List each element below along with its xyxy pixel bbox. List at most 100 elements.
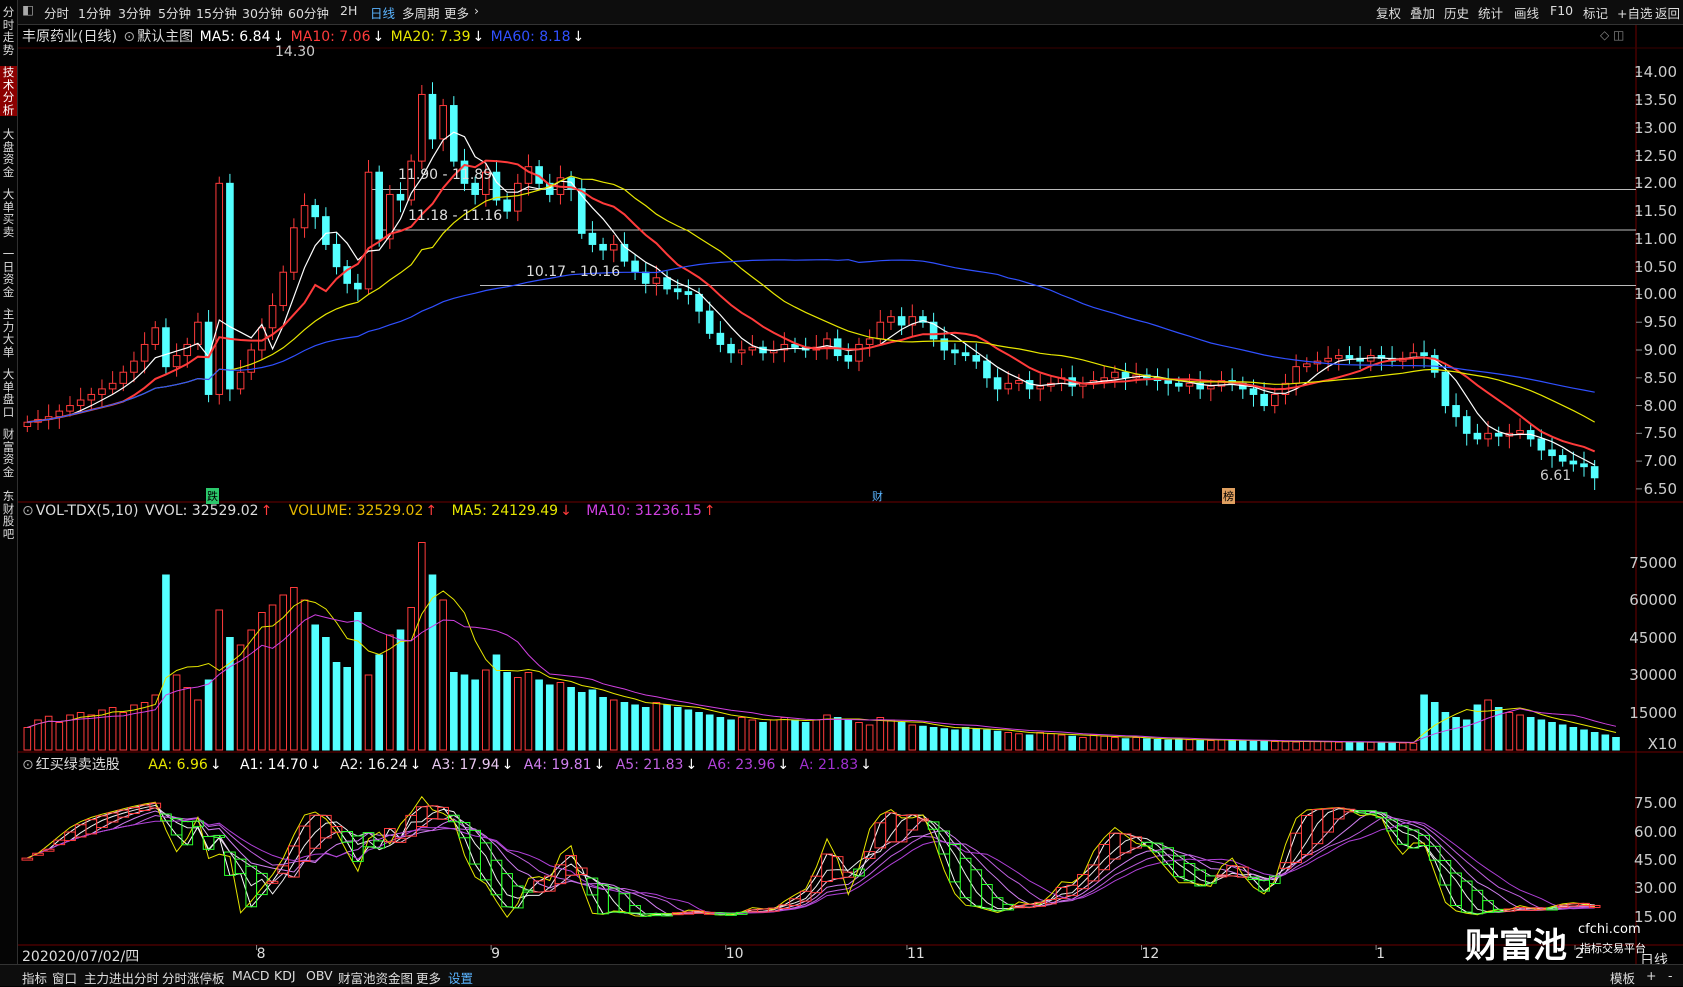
marker-die[interactable]: 跌 (206, 488, 219, 504)
tool-fuquan[interactable]: 复权 (1376, 3, 1401, 22)
window-menu-icon[interactable]: ◧ (22, 2, 34, 17)
volume-bar (1484, 699, 1492, 751)
volume-bar (1569, 727, 1578, 751)
tab-period-15min[interactable]: 15分钟 (196, 3, 237, 22)
candle-body (162, 327, 170, 368)
expand-icon[interactable]: ◇ ◫ (1600, 28, 1624, 42)
sidetab-technical[interactable]: 技术分析 (0, 66, 17, 116)
volume-bar (332, 662, 341, 751)
tool-stats[interactable]: 统计 (1478, 3, 1503, 22)
indicator-box (618, 893, 631, 914)
indicator-box (885, 812, 897, 843)
tab-period-more[interactable]: 更多 (444, 3, 469, 22)
btab-macd[interactable]: MACD (232, 968, 269, 983)
sidetab-forum[interactable]: 东财股吧 (0, 490, 17, 540)
tab-period-multi[interactable]: 多周期 (402, 3, 440, 22)
candle-body (108, 382, 117, 390)
volume-bar (1004, 732, 1013, 751)
volume-bar (1228, 739, 1236, 751)
volume-bar (1196, 739, 1204, 751)
indicator-box (1396, 825, 1409, 845)
btab-more[interactable]: 更多 (416, 968, 441, 987)
candle-body (599, 243, 607, 251)
marker-cai[interactable]: 财 (872, 488, 883, 504)
template-name[interactable]: 默认主图 (137, 29, 193, 45)
tool-draw[interactable]: 画线 (1514, 3, 1539, 22)
candle-body (322, 216, 330, 245)
indicator-settings-icon[interactable]: ⊙ (22, 757, 34, 773)
candle-body (897, 316, 906, 326)
tab-period-3min[interactable]: 3分钟 (118, 3, 151, 22)
watermark-url: cfchi.com (1578, 922, 1641, 937)
sidetab-timeshare[interactable]: 分时走势 (0, 6, 17, 56)
btab-window[interactable]: 窗口 (52, 968, 77, 987)
candle-body (1537, 438, 1546, 451)
volume-bar (1079, 737, 1087, 751)
volume-bar (1345, 742, 1354, 751)
btab-template[interactable]: 模板 (1610, 968, 1635, 987)
volume-value: VOLUME: 32529.02 (288, 503, 424, 519)
volume-bar (684, 709, 693, 751)
vol-ma5-value: MA5: 24129.49 (451, 503, 559, 519)
candle-body (76, 399, 85, 407)
volume-bar (108, 707, 117, 751)
indicator-tick-label: 30.00 (1634, 879, 1677, 898)
btab-indicator[interactable]: 指标 (22, 968, 47, 987)
volume-bar (1462, 719, 1471, 751)
chart-canvas[interactable] (0, 0, 1683, 985)
volume-settings-icon[interactable]: ⊙ (22, 503, 34, 519)
sidetab-block-book[interactable]: 大单盘口 (0, 368, 17, 418)
volume-bar (450, 672, 458, 751)
btab-kdj[interactable]: KDJ (274, 968, 296, 983)
sidetab-day-fund[interactable]: 一日资金 (0, 248, 17, 298)
tab-period-daily[interactable]: 日线 (370, 3, 395, 22)
candle-body (1516, 430, 1524, 434)
candle-body (140, 343, 149, 362)
zoom-out-button[interactable]: - (1668, 968, 1673, 983)
tab-period-2h[interactable]: 2H (340, 3, 357, 18)
candle-body (983, 360, 991, 379)
candle-body (1580, 463, 1588, 468)
btab-obv[interactable]: OBV (306, 968, 333, 983)
template-icon[interactable]: ⊙ (123, 29, 135, 45)
btab-settings[interactable]: 设置 (448, 968, 473, 987)
tool-back[interactable]: 返回 (1655, 3, 1680, 22)
btab-fund-chart[interactable]: 财富池资金图 (338, 968, 413, 987)
tool-overlay[interactable]: 叠加 (1410, 3, 1435, 22)
volume-bar (215, 609, 224, 751)
tab-period-5min[interactable]: 5分钟 (158, 3, 191, 22)
ind-a-value: A: 21.83 (799, 757, 859, 773)
zoom-in-button[interactable]: + (1646, 968, 1656, 983)
btab-main-flow[interactable]: 主力进出分时 (84, 968, 159, 987)
candle-body (844, 355, 853, 362)
btab-limitup[interactable]: 分时涨停板 (162, 968, 225, 987)
candle-body (684, 291, 693, 295)
candle-body (98, 388, 106, 395)
tab-period-fenshi[interactable]: 分时 (44, 3, 69, 22)
volume-indicator-name[interactable]: VOL-TDX(5,10) (36, 503, 139, 519)
tool-add-watchlist[interactable]: +自选 (1617, 3, 1652, 22)
volume-bar (812, 719, 821, 751)
volume-bar (1239, 740, 1247, 751)
sidetab-wealth-fund[interactable]: 财富资金 (0, 428, 17, 478)
candle-body (1111, 371, 1119, 379)
volume-bar (1249, 740, 1258, 751)
tab-period-1min[interactable]: 1分钟 (78, 3, 111, 22)
sidetab-main-block[interactable]: 主力大单 (0, 308, 17, 358)
tool-f10[interactable]: F10 (1550, 3, 1573, 18)
sidetab-market-fund[interactable]: 大盘资金 (0, 128, 17, 178)
volume-bar (513, 677, 522, 751)
indicator-box (309, 814, 322, 849)
tool-mark[interactable]: 标记 (1583, 3, 1608, 22)
tool-history[interactable]: 历史 (1444, 3, 1469, 22)
indicator-name[interactable]: 红买绿卖选股 (36, 757, 120, 773)
volume-bar (631, 704, 639, 751)
candle-body (354, 282, 362, 290)
candle-body (332, 243, 341, 268)
marker-bang[interactable]: 榜 (1222, 488, 1235, 504)
chevron-right-icon[interactable]: › (474, 3, 479, 18)
volume-bar (556, 682, 565, 751)
tab-period-60min[interactable]: 60分钟 (288, 3, 329, 22)
sidetab-block-trades[interactable]: 大单买卖 (0, 188, 17, 238)
tab-period-30min[interactable]: 30分钟 (242, 3, 283, 22)
